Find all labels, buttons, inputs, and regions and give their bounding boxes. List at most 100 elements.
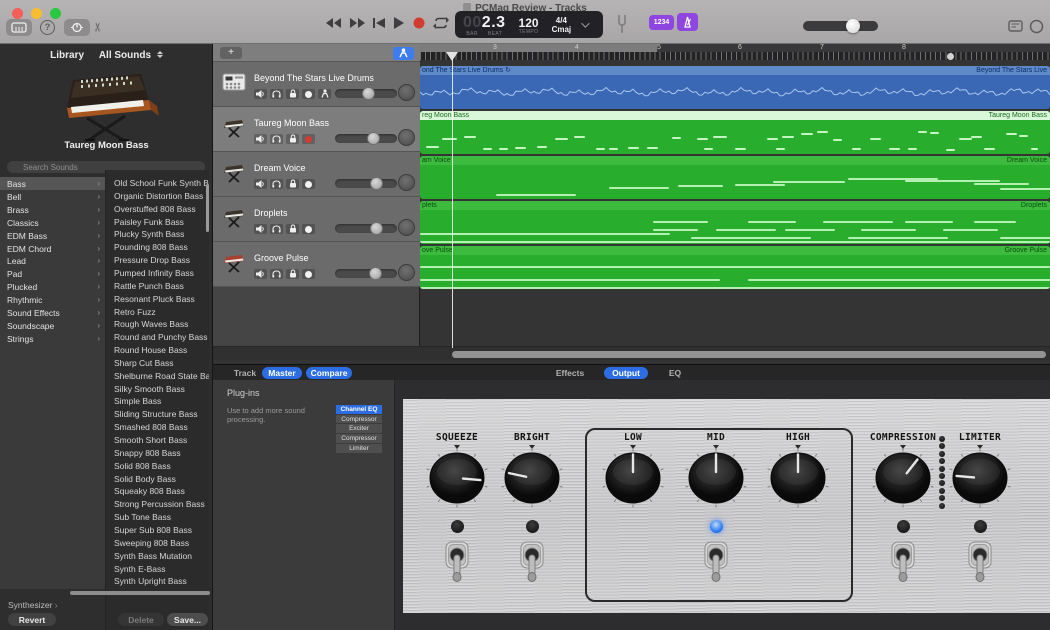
toggle-switch-squeeze[interactable] — [442, 540, 472, 586]
plugin-slot-compressor[interactable]: Compressor — [336, 414, 382, 424]
tab-effects[interactable]: Effects — [548, 367, 592, 379]
sound-list-item[interactable]: Pressure Drop Bass — [106, 255, 209, 265]
solo-button[interactable] — [270, 224, 283, 234]
pan-knob[interactable] — [398, 84, 415, 101]
sound-list-item[interactable]: Rattle Punch Bass — [106, 281, 209, 291]
lock-button[interactable] — [286, 224, 299, 234]
solo-button[interactable] — [270, 134, 283, 144]
sidebar-item-brass[interactable]: Brass › — [0, 203, 105, 216]
solo-button[interactable] — [270, 179, 283, 189]
track-volume-slider[interactable] — [335, 177, 397, 190]
pan-knob[interactable] — [398, 219, 415, 236]
master-volume-thumb[interactable] — [846, 19, 860, 33]
timeline-region[interactable]: plets Droplets — [420, 201, 1050, 244]
pan-knob[interactable] — [398, 129, 415, 146]
library-toggle-button[interactable] — [6, 19, 32, 36]
toggle-switch-limiter[interactable] — [965, 540, 995, 586]
sound-list-item[interactable]: Retro Fuzz — [106, 307, 209, 317]
knob-limiter[interactable] — [946, 446, 1014, 510]
track-volume-slider[interactable] — [335, 267, 397, 280]
track-header[interactable]: Taureg Moon Bass — [213, 107, 420, 152]
sort-arrows-icon[interactable] — [156, 51, 163, 58]
sidebar-item-classics[interactable]: Classics › — [0, 216, 105, 229]
save-button[interactable]: Save... — [167, 613, 208, 626]
sound-list-item[interactable]: Rough Waves Bass — [106, 319, 209, 329]
lcd-mode-chevron-icon[interactable] — [581, 18, 590, 28]
sidebar-item-edm-bass[interactable]: EDM Bass › — [0, 229, 105, 242]
rewind-button[interactable] — [324, 15, 342, 31]
lcd-display[interactable]: 002.3 BAR BEAT 120 TEMPO 4/4 Cmaj — [455, 11, 603, 38]
sound-list-item[interactable]: Sub Tone Bass — [106, 512, 209, 522]
track-header[interactable]: Groove Pulse — [213, 242, 420, 287]
lcd-key[interactable]: Cmaj — [552, 25, 572, 34]
sidebar-item-rhythmic[interactable]: Rhythmic › — [0, 293, 105, 306]
timeline-region[interactable]: am Voice Dream Voice — [420, 156, 1050, 199]
editors-button[interactable]: ✂ — [91, 22, 105, 32]
display-mode-icon[interactable] — [1008, 20, 1023, 33]
sound-list-item[interactable]: Synth Upright Bass — [106, 576, 209, 586]
mute-button[interactable] — [254, 224, 267, 234]
track-display-toggle-button[interactable] — [393, 46, 414, 60]
track-volume-thumb[interactable] — [362, 87, 375, 100]
timeline-region[interactable]: ove Pulse Groove Pulse — [420, 246, 1050, 289]
tab-output[interactable]: Output — [604, 367, 648, 379]
minimize-window-button[interactable] — [31, 8, 42, 19]
notifications-icon[interactable] — [1029, 19, 1044, 34]
sidebar-item-bell[interactable]: Bell › — [0, 190, 105, 203]
sound-list-item[interactable]: Strong Percussion Bass — [106, 499, 209, 509]
track-volume-thumb[interactable] — [370, 222, 383, 235]
breadcrumb[interactable]: Synthesizer › — [8, 600, 58, 610]
track-volume-thumb[interactable] — [369, 267, 382, 280]
tab-track[interactable]: Track — [228, 367, 262, 379]
sound-list-item[interactable]: Synth Bass Mutation — [106, 551, 209, 561]
sound-list-item[interactable]: Synth E-Bass — [106, 564, 209, 574]
solo-button[interactable] — [270, 269, 283, 279]
track-volume-slider[interactable] — [335, 222, 397, 235]
lock-button[interactable] — [286, 269, 299, 279]
sound-list-item[interactable]: Smashed 808 Bass — [106, 422, 209, 432]
sound-list-item[interactable]: Solid Body Bass — [106, 474, 209, 484]
zoom-window-button[interactable] — [50, 8, 61, 19]
cycle-button[interactable] — [432, 15, 450, 31]
timeline-hscrollbar[interactable] — [452, 351, 1046, 358]
track-volume-slider[interactable] — [335, 132, 397, 145]
track-volume-thumb[interactable] — [370, 177, 383, 190]
mute-button[interactable] — [254, 89, 267, 99]
sidebar-item-strings[interactable]: Strings › — [0, 332, 105, 345]
tuning-fork-icon[interactable] — [615, 14, 629, 34]
record-enable-button[interactable] — [302, 134, 315, 144]
sound-list-item[interactable]: Round and Punchy Bass — [106, 332, 209, 342]
track-header[interactable]: Droplets — [213, 197, 420, 242]
track-volume-thumb[interactable] — [367, 132, 380, 145]
tab-compare[interactable]: Compare — [306, 367, 352, 379]
sound-list-item[interactable]: Shelburne Road State Ba... — [106, 371, 209, 381]
playhead-handle[interactable] — [446, 52, 458, 61]
close-window-button[interactable] — [12, 8, 23, 19]
knob-compression[interactable] — [869, 446, 937, 510]
plugin-slot-exciter[interactable]: Exciter — [336, 424, 382, 434]
record-enable-button[interactable] — [302, 269, 315, 279]
sidebar-item-plucked[interactable]: Plucked › — [0, 280, 105, 293]
pan-knob[interactable] — [398, 264, 415, 281]
sound-list-item[interactable]: Pounding 808 Bass — [106, 242, 209, 252]
sound-list-item[interactable]: Smooth Short Bass — [106, 435, 209, 445]
ruler-tick-row[interactable] — [420, 52, 1050, 60]
knob-low[interactable] — [599, 446, 667, 510]
toggle-switch-mid[interactable] — [701, 540, 731, 586]
count-in-badge[interactable]: 1234 — [649, 15, 674, 30]
sound-list-item[interactable]: Simple Bass — [106, 396, 209, 406]
drummer-button[interactable] — [318, 89, 331, 99]
lcd-timesig[interactable]: 4/4 — [556, 16, 567, 25]
record-enable-button[interactable] — [302, 89, 315, 99]
sound-list-item[interactable]: Sliding Structure Bass — [106, 409, 209, 419]
go-to-beginning-button[interactable] — [370, 15, 388, 31]
tab-eq[interactable]: EQ — [658, 367, 692, 379]
sound-list-item[interactable]: Snappy 808 Bass — [106, 448, 209, 458]
toggle-switch-compression[interactable] — [888, 540, 918, 586]
playhead-line[interactable] — [452, 52, 453, 348]
sidebar-item-lead[interactable]: Lead › — [0, 254, 105, 267]
sidebar-item-edm-chord[interactable]: EDM Chord › — [0, 242, 105, 255]
revert-button[interactable]: Revert — [8, 613, 56, 626]
sidebar-item-sound-effects[interactable]: Sound Effects › — [0, 306, 105, 319]
lock-button[interactable] — [286, 179, 299, 189]
